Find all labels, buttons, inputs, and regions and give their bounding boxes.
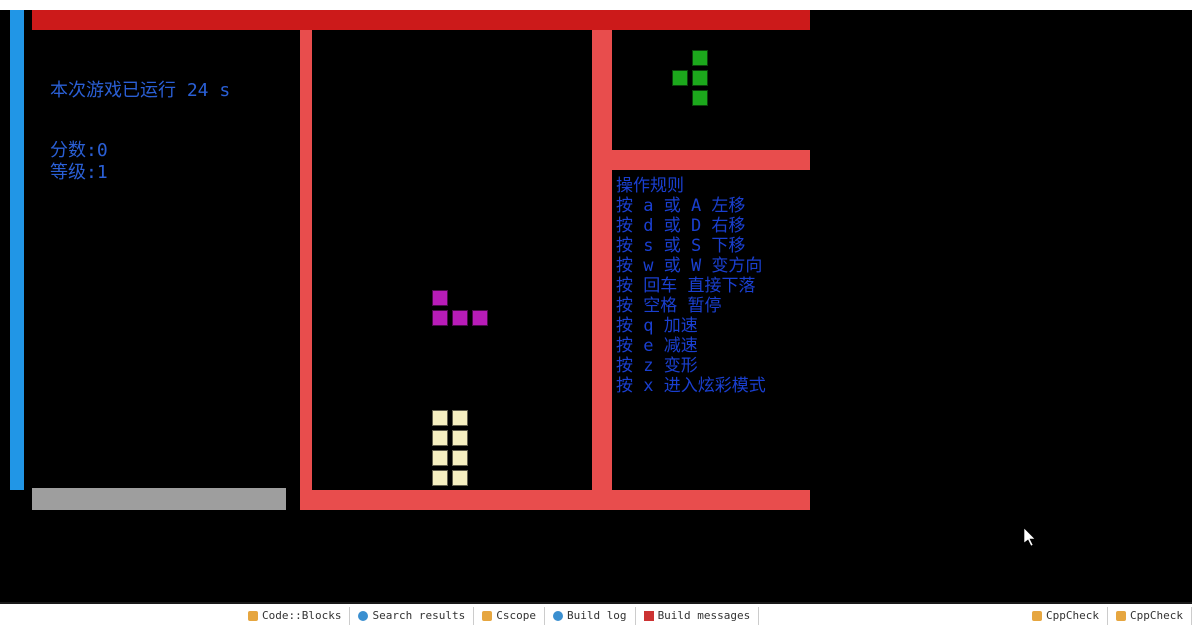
rules-line: 按 回车 直接下落 [616, 276, 808, 296]
score-label: 分数:0 [50, 140, 268, 162]
taskbar-item[interactable]: Cscope [474, 607, 545, 625]
rules-line: 按 d 或 D 右移 [616, 216, 808, 236]
rules-line: 按 q 加速 [616, 316, 808, 336]
rules-line: 按 a 或 A 左移 [616, 196, 808, 216]
stack-block [452, 430, 468, 446]
rules-title: 操作规则 [616, 176, 808, 196]
falling-block [472, 310, 488, 326]
game-frame: 操作规则 按 a 或 A 左移按 d 或 D 右移按 s 或 S 下移按 w 或… [300, 30, 810, 510]
taskbar-item-label: Build messages [658, 609, 751, 622]
next-piece-preview [612, 30, 812, 150]
stack-block [452, 470, 468, 486]
rules-line: 按 e 减速 [616, 336, 808, 356]
rules-line: 按 z 变形 [616, 356, 808, 376]
orange-dot-icon [248, 611, 258, 621]
play-board[interactable] [312, 30, 592, 490]
stack-block [432, 450, 448, 466]
taskbar-item-label: Code::Blocks [262, 609, 341, 622]
taskbar-item[interactable]: Build log [545, 607, 636, 625]
window-left-accent [10, 10, 24, 490]
taskbar-item-label: Cscope [496, 609, 536, 622]
taskbar-item-label: CppCheck [1130, 609, 1183, 622]
red-dot-icon [644, 611, 654, 621]
ide-taskbar: Code::Blocks Search results Cscope Build lo… [0, 605, 1192, 626]
info-panel: 本次游戏已运行 24 s 分数:0 等级:1 [32, 30, 286, 488]
preview-block [692, 50, 708, 66]
falling-block [432, 290, 448, 306]
preview-block [692, 90, 708, 106]
runtime-label: 本次游戏已运行 24 s [50, 80, 268, 102]
rules-line: 按 s 或 S 下移 [616, 236, 808, 256]
falling-block [452, 310, 468, 326]
taskbar-item[interactable]: CppCheck [1024, 607, 1108, 625]
scroll-placeholder [32, 488, 286, 510]
falling-block [432, 310, 448, 326]
blue-dot-icon [358, 611, 368, 621]
orange-dot-icon [1116, 611, 1126, 621]
stack-block [432, 470, 448, 486]
rules-line: 按 w 或 W 变方向 [616, 256, 808, 276]
taskbar-item-label: Search results [372, 609, 465, 622]
rules-line: 按 空格 暂停 [616, 296, 808, 316]
taskbar-item-label: Build log [567, 609, 627, 622]
taskbar-item[interactable]: CppCheck [1108, 607, 1192, 625]
level-label: 等级:1 [50, 162, 268, 184]
orange-dot-icon [1032, 611, 1042, 621]
taskbar-item-label: CppCheck [1046, 609, 1099, 622]
preview-block [692, 70, 708, 86]
stack-block [432, 410, 448, 426]
game-header-strip [32, 10, 810, 30]
window-top-border [0, 0, 1192, 10]
stack-block [452, 450, 468, 466]
blue-dot-icon [553, 611, 563, 621]
stack-block [432, 430, 448, 446]
preview-block [672, 70, 688, 86]
taskbar-item[interactable]: Search results [350, 607, 474, 625]
rules-line: 按 x 进入炫彩模式 [616, 376, 808, 396]
stack-block [452, 410, 468, 426]
taskbar-item[interactable]: Code::Blocks [240, 607, 350, 625]
orange-dot-icon [482, 611, 492, 621]
taskbar-item[interactable]: Build messages [636, 607, 760, 625]
rules-panel: 操作规则 按 a 或 A 左移按 d 或 D 右移按 s 或 S 下移按 w 或… [612, 170, 812, 490]
